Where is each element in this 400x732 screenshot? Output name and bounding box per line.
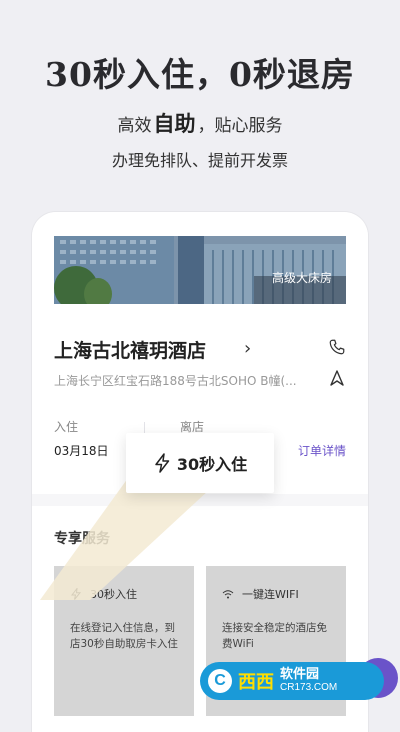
hero-subtitle-2: 办理免排队、提前开发票: [111, 151, 288, 170]
service-title: 一键连WIFI: [242, 588, 299, 601]
hero-subtitle-1: 高效自助 ，贴心服务: [117, 112, 283, 136]
phone-icon[interactable]: [328, 338, 346, 356]
service-title: 30秒入住: [90, 588, 137, 601]
watermark-logo: C 西西 软件园 CR173.COM: [200, 662, 384, 700]
wifi-icon: [222, 590, 234, 599]
checkin-label: 入住: [54, 420, 79, 434]
navigation-icon[interactable]: [330, 370, 344, 386]
hotel-photo: 高级大床房: [54, 236, 346, 304]
service-desc: 在线登记入住信息，到店30秒自助取房卡入住: [70, 622, 178, 650]
quick-checkin-label: 30秒入住: [176, 455, 248, 474]
hero-title: 30秒入住，0秒退房: [45, 55, 355, 94]
hotel-name[interactable]: 上海古北禧玥酒店: [54, 336, 206, 363]
chevron-right-icon[interactable]: ›: [244, 338, 251, 359]
order-details-link[interactable]: 订单详情: [298, 442, 346, 459]
service-desc: 连接安全稳定的酒店免费WiFi: [222, 622, 327, 650]
checkin-date: 03月18日: [54, 444, 109, 458]
watermark-emblem: C: [208, 669, 232, 693]
services-title: 专享服务: [54, 531, 110, 547]
room-type-tag: 高级大床房: [271, 271, 332, 285]
service-card-quick-checkin[interactable]: 30秒入住 在线登记入住信息，到店30秒自助取房卡入住: [54, 566, 194, 716]
lightning-icon: [155, 453, 170, 473]
hotel-address: 上海长宁区红宝石路188号古北SOHO B幢(...: [54, 374, 297, 388]
lightning-icon: [70, 588, 82, 600]
quick-checkin-button[interactable]: 30秒入住: [126, 433, 274, 493]
